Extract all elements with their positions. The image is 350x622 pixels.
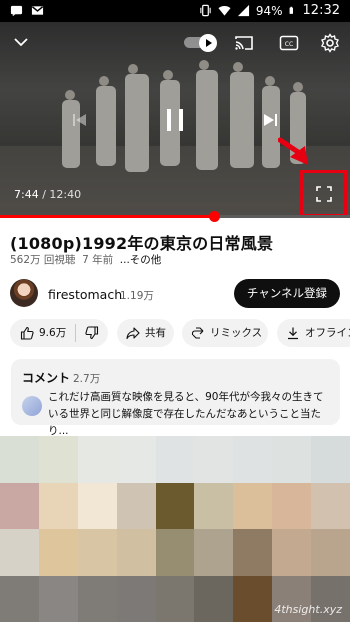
comments-count: 2.7万: [73, 373, 101, 385]
pause-icon[interactable]: [164, 108, 186, 132]
playback-time: 7:44 / 12:40: [14, 188, 81, 201]
share-label: 共有: [145, 327, 166, 339]
channel-avatar[interactable]: [10, 279, 38, 307]
wifi-icon: [218, 5, 231, 16]
current-time: 7:44: [14, 188, 39, 201]
battery-icon: [289, 6, 293, 14]
mosaic-tile: [38, 529, 78, 576]
signal-icon: [237, 4, 249, 17]
pill-divider: [75, 324, 77, 342]
remix-label: リミックス: [210, 327, 263, 339]
battery-level: 94%: [255, 3, 283, 18]
vibrate-icon: [200, 4, 211, 17]
download-icon: [288, 327, 298, 340]
remix-button[interactable]: リミックス: [182, 319, 268, 347]
mosaic-tile: [116, 482, 156, 529]
channel-name[interactable]: firestomach: [48, 287, 122, 302]
top-comment-text: これだけ高画質な映像を見ると、90年代が今我々の生きている世界と同じ解像度で存在…: [48, 391, 324, 437]
seek-bar[interactable]: [0, 211, 350, 222]
mosaic-tile: [77, 575, 117, 622]
mosaic-tile: [233, 482, 273, 529]
video-title[interactable]: (1080p)1992年の東京の日常風景: [10, 230, 273, 254]
view-count: 562万 回視聴: [10, 254, 76, 266]
mosaic-tile: [116, 529, 156, 576]
recommendations-mosaic[interactable]: [0, 436, 350, 622]
mosaic-tile: [311, 436, 350, 483]
autoplay-toggle-icon: [199, 34, 217, 52]
time-separator: /: [38, 188, 50, 201]
action-bar: 9.6万 共有 リミックス オフライン: [10, 319, 350, 347]
video-meta[interactable]: 562万 回視聴 7 年前 ...その他: [10, 252, 161, 267]
mosaic-tile: [155, 482, 195, 529]
annotation-highlight-box: [300, 170, 347, 217]
mosaic-tile: [77, 529, 117, 576]
mosaic-tile: [194, 529, 234, 576]
like-count[interactable]: 9.6万: [39, 319, 66, 347]
thumbs-up-icon[interactable]: [20, 326, 34, 340]
autoplay-toggle[interactable]: [184, 33, 220, 52]
mosaic-tile: [116, 575, 156, 622]
video-duration: 12:40: [49, 188, 82, 201]
share-icon: [126, 327, 140, 340]
annotation-arrow: [278, 137, 308, 165]
remix-icon: [191, 327, 204, 339]
subscriber-count: 1.19万: [120, 290, 154, 302]
message-icon: [10, 5, 23, 17]
mosaic-tile: [311, 482, 350, 529]
mosaic-tile: [155, 529, 195, 576]
seek-bar-played: [0, 215, 214, 218]
settings-icon[interactable]: [320, 33, 340, 53]
mosaic-tile: [233, 529, 273, 576]
mosaic-tile: [272, 529, 312, 576]
next-icon[interactable]: [262, 113, 278, 127]
mosaic-tile: [0, 529, 39, 576]
cast-icon[interactable]: [234, 34, 254, 52]
mosaic-tile: [155, 436, 195, 483]
mosaic-tile: [38, 436, 78, 483]
mosaic-tile: [233, 436, 273, 483]
like-dislike-pill: 9.6万: [10, 319, 108, 347]
mosaic-tile: [272, 482, 312, 529]
mosaic-tile: [38, 575, 78, 622]
captions-icon[interactable]: CC: [279, 35, 299, 51]
mosaic-tile: [233, 575, 273, 622]
previous-icon[interactable]: [72, 113, 88, 127]
mosaic-tile: [0, 575, 39, 622]
offline-button[interactable]: オフライン: [277, 319, 350, 347]
comments-panel[interactable]: コメント 2.7万 これだけ高画質な映像を見ると、90年代が今我々の生きている世…: [11, 359, 340, 437]
mosaic-tile: [194, 575, 234, 622]
mosaic-tile: [155, 575, 195, 622]
video-player[interactable]: CC 7:44 / 12:40: [0, 22, 350, 216]
mosaic-tile: [38, 482, 78, 529]
status-bar: 94% 12:32: [0, 0, 350, 22]
commenter-avatar: [22, 396, 42, 416]
gmail-icon: [31, 6, 44, 15]
mosaic-tile: [194, 436, 234, 483]
comments-heading: コメント: [22, 371, 71, 385]
channel-row[interactable]: firestomach 1.19万 チャンネル登録: [10, 279, 340, 309]
status-time: 12:32: [302, 3, 340, 18]
mosaic-tile: [0, 436, 39, 483]
share-button[interactable]: 共有: [117, 319, 174, 347]
svg-text:CC: CC: [285, 41, 293, 48]
mosaic-tile: [116, 436, 156, 483]
more-link[interactable]: ...その他: [120, 254, 162, 266]
chevron-down-icon[interactable]: [12, 35, 30, 49]
mosaic-tile: [194, 482, 234, 529]
thumbs-down-icon[interactable]: [85, 326, 99, 340]
offline-label: オフライン: [305, 327, 350, 339]
mosaic-tile: [311, 529, 350, 576]
subscribe-button[interactable]: チャンネル登録: [233, 279, 340, 308]
upload-age: 7 年前: [82, 254, 114, 266]
site-watermark: 4thsight.xyz: [274, 603, 342, 616]
mosaic-tile: [77, 482, 117, 529]
mosaic-tile: [272, 436, 312, 483]
seek-bar-handle[interactable]: [208, 211, 220, 222]
mosaic-tile: [0, 482, 39, 529]
mosaic-tile: [77, 436, 117, 483]
